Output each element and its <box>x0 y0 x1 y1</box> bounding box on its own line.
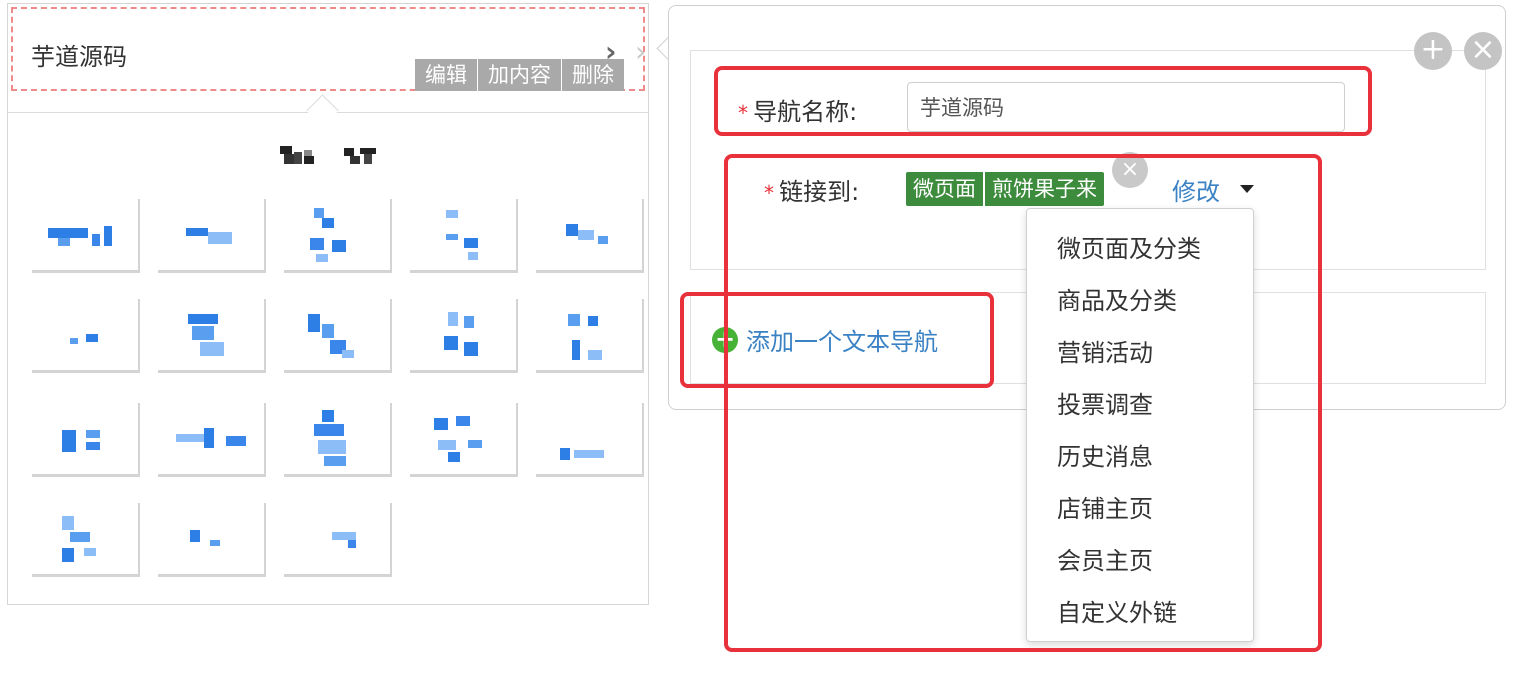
highlight-box <box>680 292 994 388</box>
grid-tile <box>156 296 264 370</box>
grid-tile <box>30 296 138 370</box>
grid-tile <box>534 296 642 370</box>
grid-tile <box>156 500 264 574</box>
chevron-right-icon: › <box>635 35 647 68</box>
grid-tile <box>408 296 516 370</box>
grid-tile <box>156 400 264 474</box>
grid-tile <box>408 196 516 270</box>
grid-tile <box>282 296 390 370</box>
grid-tile <box>282 400 390 474</box>
caret-up-icon <box>306 94 339 127</box>
nav-preview-panel: 芋道源码 编辑 加内容 删除 › › <box>7 3 649 605</box>
chevron-right-icon: › <box>605 35 617 68</box>
highlight-box <box>714 66 1372 136</box>
grid-tile <box>30 196 138 270</box>
block-action-bar: 编辑 加内容 删除 <box>415 59 624 91</box>
preview-title: 芋道源码 <box>31 43 127 71</box>
pixelated-grid-image <box>30 196 642 586</box>
grid-tile <box>30 500 138 574</box>
highlight-box <box>724 154 1322 652</box>
edit-button[interactable]: 编辑 <box>415 59 477 91</box>
plus-circle-icon[interactable]: + <box>1414 32 1452 70</box>
grid-tile <box>282 500 390 574</box>
grid-tile <box>534 400 642 474</box>
add-content-button[interactable]: 加内容 <box>477 59 561 91</box>
grid-tile <box>408 400 516 474</box>
grid-tile <box>30 400 138 474</box>
grid-tile <box>282 196 390 270</box>
grid-tile <box>156 196 264 270</box>
selected-nav-block[interactable]: 芋道源码 编辑 加内容 删除 › › <box>11 7 647 91</box>
pixelated-shop-name-image <box>280 146 376 164</box>
grid-tile <box>534 196 642 270</box>
close-circle-icon[interactable]: × <box>1464 32 1502 70</box>
